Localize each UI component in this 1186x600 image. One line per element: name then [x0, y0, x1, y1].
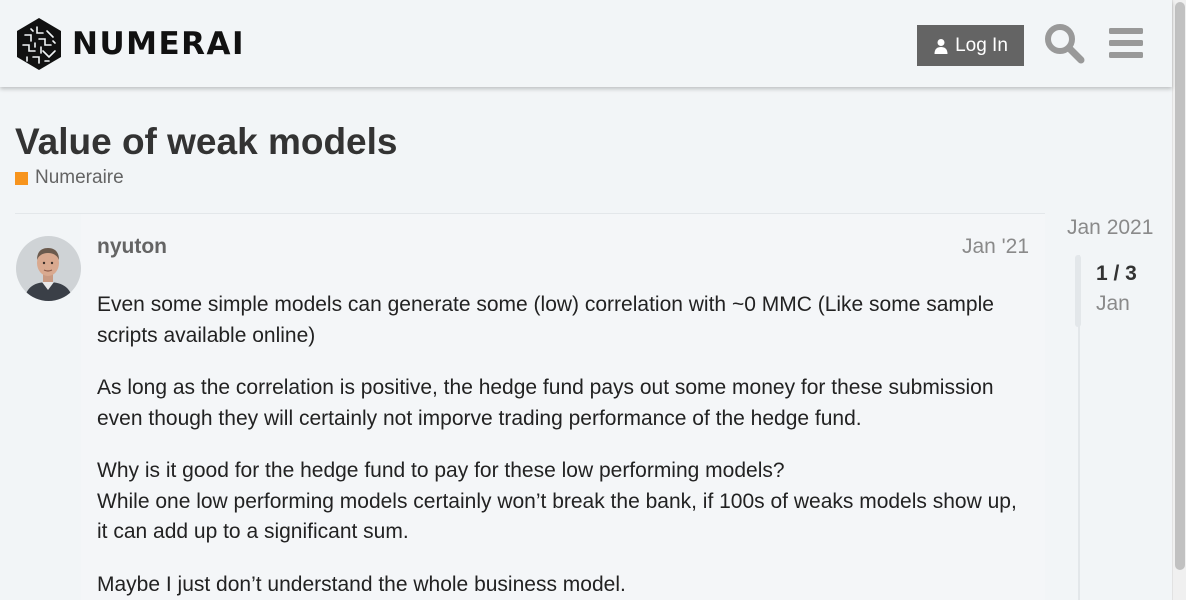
- post-line: As long as the correlation is positive, …: [97, 376, 994, 430]
- timeline-start-date[interactable]: Jan 2021: [1067, 216, 1153, 240]
- user-icon: [934, 38, 948, 54]
- category-label: Numeraire: [35, 167, 124, 188]
- post-line: Even some simple models can generate som…: [97, 293, 994, 347]
- numerai-logo-icon: [17, 18, 61, 70]
- site-logo[interactable]: NUMERAI: [15, 17, 245, 71]
- post-line: While one low performing models certainl…: [97, 489, 1017, 544]
- avatar[interactable]: [16, 236, 81, 301]
- category-color-swatch: [15, 171, 28, 185]
- timeline-scroll-handle[interactable]: [1075, 255, 1081, 327]
- page-scrollbar[interactable]: [1172, 0, 1186, 600]
- post-author[interactable]: nyuton: [97, 235, 167, 259]
- avatar-image: [16, 236, 81, 301]
- search-icon[interactable]: [1043, 22, 1085, 64]
- topic-title[interactable]: Value of weak models: [15, 121, 397, 163]
- site-header: NUMERAI Log In: [0, 0, 1172, 87]
- timeline-position: 1 / 3: [1096, 262, 1137, 285]
- post-paragraph: Even some simple models can generate som…: [97, 290, 1032, 351]
- post-line: Why is it good for the hedge fund to pay…: [97, 459, 785, 482]
- post-paragraph: Maybe I just don’t understand the whole …: [97, 570, 1032, 600]
- post-paragraph: Why is it good for the hedge fund to pay…: [97, 456, 1032, 548]
- post-date[interactable]: Jan '21: [962, 235, 1029, 259]
- post-line: Maybe I just don’t understand the whole …: [97, 572, 626, 596]
- timeline-current-date: Jan: [1096, 292, 1130, 315]
- category-badge[interactable]: Numeraire: [15, 167, 124, 189]
- scrollbar-thumb[interactable]: [1175, 2, 1185, 570]
- post-content: Even some simple models can generate som…: [97, 290, 1032, 600]
- post-paragraph: As long as the correlation is positive, …: [97, 373, 1032, 434]
- brand-name: NUMERAI: [72, 26, 246, 62]
- hamburger-menu-icon[interactable]: [1105, 22, 1147, 64]
- login-button[interactable]: Log In: [917, 25, 1024, 66]
- login-label: Log In: [955, 34, 1008, 56]
